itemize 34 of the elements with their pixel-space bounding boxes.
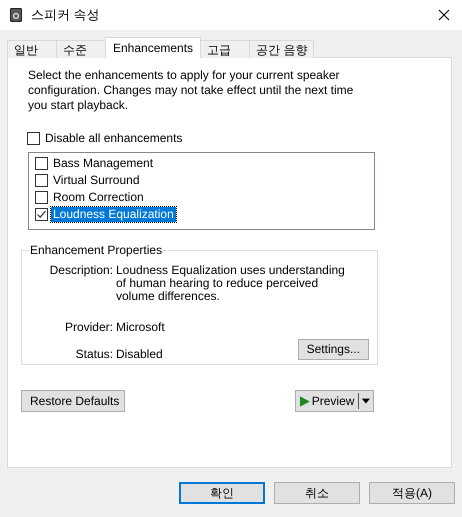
tab[interactable]: 공간 음향	[249, 40, 314, 58]
checkbox[interactable]	[35, 208, 48, 221]
dialog-button[interactable]: 취소	[274, 482, 360, 504]
tab[interactable]: Enhancements	[105, 37, 202, 58]
restore-defaults-button[interactable]: Restore Defaults	[21, 390, 125, 412]
field-label: Status:	[74, 348, 114, 360]
window-title: 스피커 속성	[31, 6, 100, 24]
dropdown-arrow-icon[interactable]	[361, 398, 371, 404]
checkbox[interactable]	[35, 157, 48, 170]
field-label: Description:	[48, 264, 114, 279]
checkbox-label[interactable]: Virtual Surround	[51, 173, 142, 188]
checkbox-label[interactable]: Disable all enhancements	[43, 131, 184, 146]
checkbox[interactable]	[35, 174, 48, 187]
group-title: Enhancement Properties	[29, 243, 164, 258]
field-value: Microsoft	[116, 321, 166, 336]
field-label: Provider:	[64, 321, 114, 336]
tab[interactable]: 수준	[56, 40, 106, 58]
settings-button[interactable]: Settings...	[298, 338, 369, 360]
play-icon	[300, 394, 310, 408]
checkbox[interactable]	[35, 191, 48, 204]
field-value: Loudness Equalization uses understanding of human hearing to reduce perceived volume differences.	[116, 264, 346, 305]
dialog-button[interactable]: 적용(A)	[369, 482, 455, 504]
tab[interactable]: 일반	[7, 40, 57, 58]
dialog-button[interactable]: 확인	[179, 482, 265, 504]
speaker-icon	[10, 8, 22, 22]
instruction-text: Select the enhancements to apply for your current speaker configuration. Changes may not take effect until the next time you start playback.	[28, 68, 354, 113]
preview-button[interactable]: Preview	[295, 390, 374, 412]
tab[interactable]: 고급	[200, 40, 250, 58]
checkbox[interactable]	[27, 132, 40, 145]
close-icon[interactable]	[438, 9, 450, 21]
checkbox-label[interactable]: Room Correction	[51, 190, 146, 205]
checkbox-label[interactable]: Loudness Equalization	[51, 207, 176, 222]
checkbox-label[interactable]: Bass Management	[51, 156, 156, 171]
field-value: Disabled	[116, 348, 164, 360]
